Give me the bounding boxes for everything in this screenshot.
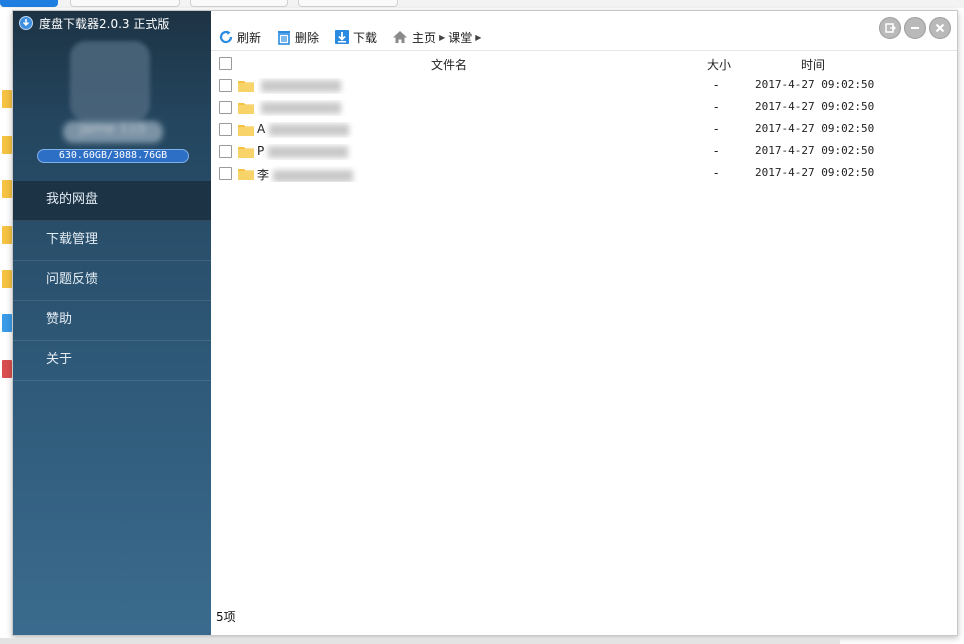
download-icon <box>333 28 351 46</box>
chevron-right-icon: ▶ <box>439 32 446 42</box>
sidebar-item-feedback[interactable]: 问题反馈 <box>13 261 211 301</box>
table-row[interactable]: - 2017-4-27 09:02:50 <box>211 97 957 119</box>
file-size: - <box>714 78 719 92</box>
row-checkbox[interactable] <box>219 167 232 180</box>
file-time: 2017-4-27 09:02:50 <box>755 78 875 91</box>
file-browser: 刷新 删除 下载 主页 ▶ 课堂 ▶ 文件名 大小 时间 - 2017-4-27… <box>211 11 957 635</box>
file-table: 文件名 大小 时间 - 2017-4-27 09:02:50 - 2017-4-… <box>211 53 957 185</box>
folder-icon <box>238 169 254 180</box>
breadcrumb-current[interactable]: 课堂 <box>448 29 472 46</box>
column-header-size[interactable]: 大小 <box>707 56 731 73</box>
file-size: - <box>714 122 719 136</box>
toolbar-divider <box>211 50 957 51</box>
file-time: 2017-4-27 09:02:50 <box>755 166 875 179</box>
background-tab <box>190 0 288 7</box>
app-logo-icon <box>19 16 33 30</box>
refresh-button[interactable]: 刷新 <box>217 28 261 46</box>
background-tab <box>70 0 180 7</box>
toolbar: 刷新 删除 下载 主页 ▶ 课堂 ▶ <box>217 25 481 49</box>
table-header: 文件名 大小 时间 <box>211 53 957 75</box>
delete-button[interactable]: 删除 <box>275 28 319 46</box>
column-header-time[interactable]: 时间 <box>801 56 825 73</box>
background-tabbar <box>0 0 964 8</box>
window-controls <box>879 17 951 39</box>
item-count-status: 5项 <box>216 610 236 624</box>
avatar[interactable] <box>70 41 150 121</box>
refresh-label: 刷新 <box>237 30 262 45</box>
column-header-name[interactable]: 文件名 <box>431 56 467 73</box>
refresh-icon <box>217 28 235 46</box>
close-button[interactable] <box>929 17 951 39</box>
sidebar-nav: 我的网盘 下载管理 问题反馈 赞助 关于 <box>13 181 211 381</box>
sidebar: 度盘下载器2.0.3 正式版 Jame 115 630.60GB/3088.76… <box>13 11 211 635</box>
file-name[interactable]: P <box>257 144 387 160</box>
row-checkbox[interactable] <box>219 123 232 136</box>
folder-icon <box>238 147 254 158</box>
breadcrumb-home[interactable]: 主页 <box>412 29 436 46</box>
restore-button[interactable] <box>879 17 901 39</box>
background-tab <box>0 0 58 7</box>
table-row[interactable]: A - 2017-4-27 09:02:50 <box>211 119 957 141</box>
app-title-bar: 度盘下载器2.0.3 正式版 <box>19 14 169 32</box>
breadcrumb: 主页 ▶ 课堂 ▶ <box>391 28 481 46</box>
file-time: 2017-4-27 09:02:50 <box>755 122 875 135</box>
row-checkbox[interactable] <box>219 101 232 114</box>
sidebar-item-my-disk[interactable]: 我的网盘 <box>13 181 211 221</box>
downloader-window: 度盘下载器2.0.3 正式版 Jame 115 630.60GB/3088.76… <box>12 10 958 636</box>
home-icon[interactable] <box>391 28 409 46</box>
background-bottom-edge <box>0 638 840 644</box>
file-name[interactable]: 李 <box>257 166 387 182</box>
file-name[interactable]: A <box>257 122 387 138</box>
download-label: 下载 <box>353 30 378 45</box>
select-all-checkbox[interactable] <box>219 57 232 70</box>
delete-label: 删除 <box>295 30 320 45</box>
file-size: - <box>714 144 719 158</box>
table-row[interactable]: P - 2017-4-27 09:02:50 <box>211 141 957 163</box>
minimize-button[interactable] <box>904 17 926 39</box>
file-time: 2017-4-27 09:02:50 <box>755 100 875 113</box>
quota-bar: 630.60GB/3088.76GB <box>37 149 189 163</box>
background-tab <box>298 0 398 7</box>
file-name[interactable] <box>257 78 387 94</box>
row-checkbox[interactable] <box>219 145 232 158</box>
sidebar-item-about[interactable]: 关于 <box>13 341 211 381</box>
trash-icon <box>275 28 293 46</box>
row-checkbox[interactable] <box>219 79 232 92</box>
username: Jame 115 <box>63 121 163 143</box>
file-time: 2017-4-27 09:02:50 <box>755 144 875 157</box>
table-row[interactable]: 李 - 2017-4-27 09:02:50 <box>211 163 957 185</box>
file-name[interactable] <box>257 100 387 116</box>
sidebar-item-downloads[interactable]: 下载管理 <box>13 221 211 261</box>
folder-icon <box>238 103 254 114</box>
file-size: - <box>714 100 719 114</box>
file-size: - <box>714 166 719 180</box>
folder-icon <box>238 81 254 92</box>
app-title: 度盘下载器2.0.3 正式版 <box>39 16 170 31</box>
table-row[interactable]: - 2017-4-27 09:02:50 <box>211 75 957 97</box>
folder-icon <box>238 125 254 136</box>
sidebar-item-sponsor[interactable]: 赞助 <box>13 301 211 341</box>
download-button[interactable]: 下载 <box>333 28 377 46</box>
chevron-right-icon: ▶ <box>475 32 482 42</box>
